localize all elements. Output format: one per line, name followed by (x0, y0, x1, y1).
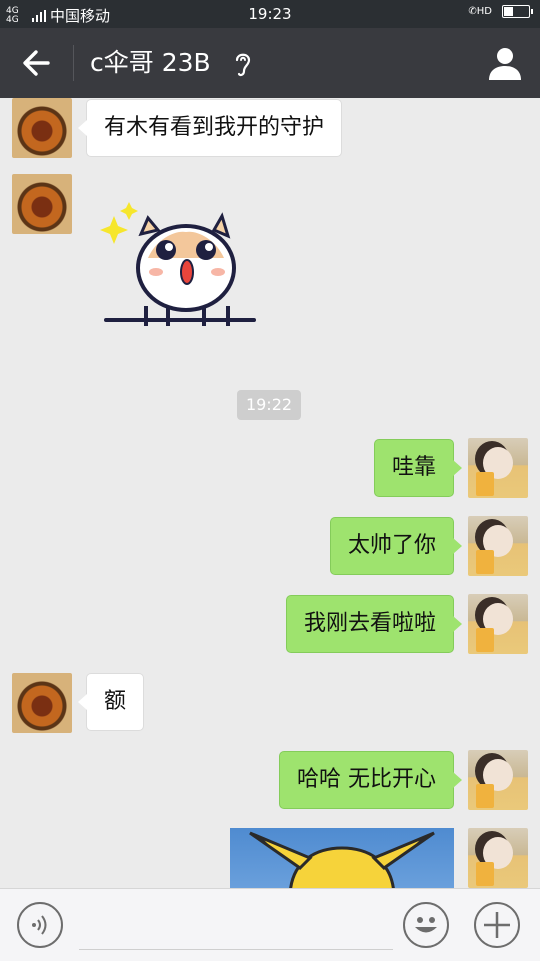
chat-header: c伞哥 23B (0, 28, 540, 98)
emoji-icon (415, 917, 437, 933)
my-avatar[interactable] (468, 750, 528, 810)
status-bar: 4G 4G 中国移动 19:23 ✆HD (0, 0, 540, 28)
contact-avatar[interactable] (12, 98, 72, 158)
pikachu-image (249, 831, 435, 888)
my-avatar[interactable] (468, 594, 528, 654)
ear-icon (235, 53, 251, 77)
more-button[interactable] (474, 902, 520, 948)
chat-title: c伞哥 23B (90, 48, 211, 77)
battery-icon (502, 5, 533, 18)
header-divider (73, 45, 74, 81)
status-right: ✆HD (468, 5, 533, 18)
contact-avatar[interactable] (12, 174, 72, 234)
profile-icon[interactable] (486, 44, 524, 82)
outgoing-message[interactable]: 我刚去看啦啦 (285, 595, 463, 653)
voice-button[interactable] (17, 902, 63, 948)
outgoing-message[interactable]: 哈哈 无比开心 (279, 751, 462, 809)
contact-avatar[interactable] (12, 673, 72, 733)
hd-call-icon: ✆HD (468, 6, 492, 17)
my-avatar[interactable] (468, 438, 528, 498)
message-timestamp: 19:22 (237, 390, 301, 420)
outgoing-message[interactable]: 哇靠 (373, 439, 463, 497)
incoming-message[interactable]: 额 (77, 673, 145, 731)
input-bar (0, 888, 540, 961)
outgoing-image[interactable] (230, 828, 454, 888)
my-avatar[interactable] (468, 516, 528, 576)
plus-icon (484, 912, 510, 938)
status-time: 19:23 (248, 5, 292, 23)
outgoing-message[interactable]: 太帅了你 (329, 517, 463, 575)
back-arrow-icon[interactable] (18, 46, 54, 80)
my-avatar[interactable] (468, 828, 528, 888)
corgi-sticker[interactable] (96, 202, 260, 338)
message-input[interactable] (79, 909, 393, 950)
emoji-button[interactable] (403, 902, 449, 948)
incoming-message[interactable]: 有木有看到我开的守护 (77, 99, 343, 157)
voice-icon (32, 915, 47, 935)
chat-area[interactable]: 有木有看到我开的守护 19:22 哇靠 太帅了你 我刚去看啦啦 额 哈哈 无比开… (0, 98, 540, 888)
